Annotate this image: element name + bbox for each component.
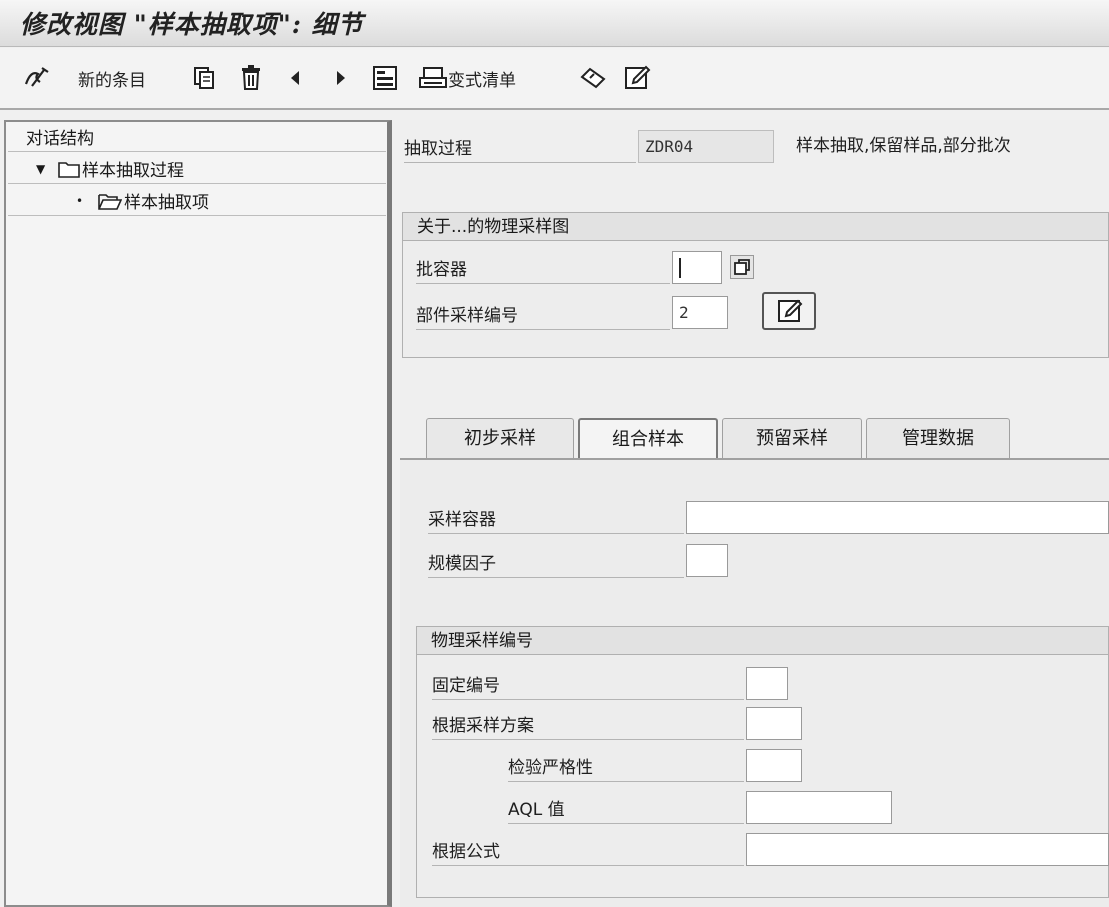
group-title: 物理采样编号 bbox=[417, 627, 1108, 655]
by-formula-input[interactable] bbox=[746, 833, 1109, 866]
delete-button[interactable] bbox=[240, 64, 262, 92]
sample-container-label: 采样容器 bbox=[428, 506, 684, 534]
tab-pooled-sample[interactable]: 组合样本 bbox=[578, 418, 718, 460]
select-block-button[interactable] bbox=[372, 64, 398, 92]
fixed-number-input[interactable] bbox=[746, 667, 788, 700]
undo-icon bbox=[580, 67, 606, 89]
sample-container-input[interactable] bbox=[686, 501, 1109, 534]
edit-button[interactable] bbox=[624, 64, 652, 92]
tab-content-pooled-sample: 采样容器 规模因子 物理采样编号 固定编号 根据采样方案 检验严格性 AQL 值… bbox=[400, 458, 1109, 907]
text-cursor bbox=[679, 258, 681, 278]
new-entries-label: 新的条目 bbox=[78, 70, 146, 91]
delete-icon bbox=[242, 65, 260, 90]
copy-button[interactable] bbox=[192, 64, 216, 92]
select-block-icon bbox=[373, 66, 397, 90]
next-icon bbox=[337, 71, 345, 85]
by-formula-label: 根据公式 bbox=[432, 838, 744, 866]
leaf-bullet-icon: • bbox=[76, 193, 84, 208]
inspection-severity-input[interactable] bbox=[746, 749, 802, 782]
by-sampling-plan-label: 根据采样方案 bbox=[432, 712, 744, 740]
tree-item-sample-drawing-procedure[interactable]: ▼ 样本抽取过程 bbox=[8, 154, 386, 184]
tree-item-label: 样本抽取项 bbox=[124, 193, 209, 213]
aql-value-input[interactable] bbox=[746, 791, 892, 824]
part-sample-number-label: 部件采样编号 bbox=[416, 302, 670, 330]
tree-item-sample-drawing-item[interactable]: • 样本抽取项 bbox=[8, 186, 386, 216]
folder-closed-icon bbox=[58, 161, 80, 178]
window-title: 修改视图 "样本抽取项": 细节 bbox=[20, 10, 364, 39]
physical-sample-drawing-group: 关于...的物理采样图 bbox=[402, 212, 1109, 358]
scale-factor-label: 规模因子 bbox=[428, 550, 684, 578]
group-title: 关于...的物理采样图 bbox=[403, 213, 1108, 241]
tabstrip: 初步采样 组合样本 预留采样 管理数据 bbox=[400, 418, 1109, 460]
value-help-button[interactable] bbox=[730, 255, 754, 279]
procedure-description: 样本抽取,保留样品,部分批次 bbox=[796, 136, 1011, 156]
aql-value-label: AQL 值 bbox=[508, 796, 744, 824]
new-entries-button[interactable]: 新的条目 bbox=[78, 64, 146, 92]
copy-icon bbox=[194, 67, 214, 89]
previous-icon bbox=[291, 71, 299, 85]
folder-open-icon bbox=[98, 193, 122, 210]
edit-icon bbox=[625, 65, 651, 89]
tab-reserve-sample[interactable]: 预留采样 bbox=[722, 418, 862, 458]
expand-toggle-icon[interactable]: ▼ bbox=[36, 162, 50, 176]
inspection-severity-label: 检验严格性 bbox=[508, 754, 744, 782]
part-sample-number-input[interactable]: 2 bbox=[672, 296, 728, 329]
edit-icon bbox=[778, 299, 803, 322]
variant-list-label: 变式清单 bbox=[448, 70, 516, 91]
procedure-label: 抽取过程 bbox=[404, 135, 636, 163]
previous-entry-button[interactable] bbox=[288, 64, 302, 92]
by-sampling-plan-input[interactable] bbox=[746, 707, 802, 740]
batch-container-label: 批容器 bbox=[416, 256, 670, 284]
next-entry-button[interactable] bbox=[334, 64, 348, 92]
display-change-button[interactable] bbox=[22, 64, 52, 92]
dialog-structure-panel: 对话结构 ▼ 样本抽取过程 • 样本抽取项 bbox=[4, 120, 392, 907]
fixed-number-label: 固定编号 bbox=[432, 672, 744, 700]
scale-factor-input[interactable] bbox=[686, 544, 728, 577]
title-bar: 修改视图 "样本抽取项": 细节 bbox=[0, 0, 1109, 47]
undo-button[interactable] bbox=[578, 64, 608, 92]
formula-edit-button[interactable] bbox=[762, 292, 816, 330]
tab-administrative-data[interactable]: 管理数据 bbox=[866, 418, 1010, 458]
value-help-icon bbox=[734, 259, 750, 275]
dialog-structure-header: 对话结构 bbox=[8, 126, 386, 152]
application-toolbar: 新的条目 变式清单 bbox=[0, 48, 1109, 110]
tree-item-label: 样本抽取过程 bbox=[82, 161, 184, 181]
procedure-field: ZDR04 bbox=[638, 130, 774, 163]
batch-container-input[interactable] bbox=[672, 251, 722, 284]
display-change-icon bbox=[24, 67, 49, 87]
tab-initial-sample[interactable]: 初步采样 bbox=[426, 418, 574, 458]
variant-list-icon bbox=[419, 67, 447, 88]
variant-list-button[interactable]: 变式清单 bbox=[418, 64, 516, 92]
